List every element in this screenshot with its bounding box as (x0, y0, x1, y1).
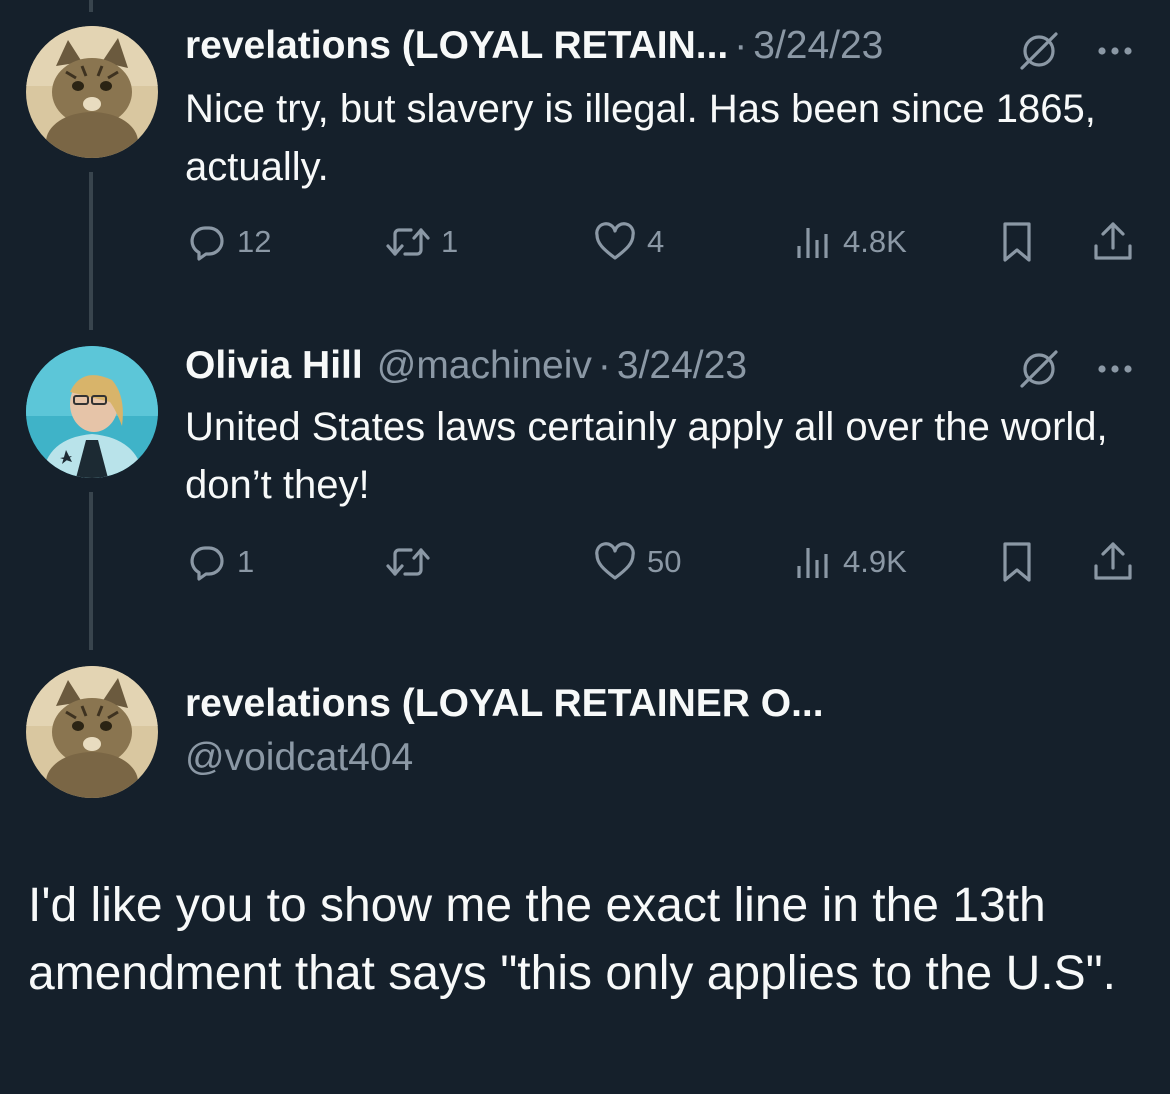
share-icon (1094, 222, 1132, 260)
bookmark-icon (1003, 542, 1031, 582)
views-icon (797, 548, 828, 578)
reply-button[interactable]: 1 (187, 538, 254, 586)
like-count: 50 (647, 544, 682, 579)
author-name[interactable]: Olivia Hill (185, 342, 363, 390)
tweet-date[interactable]: 3/24/23 (617, 342, 747, 390)
like-icon (595, 222, 635, 260)
retweet-button[interactable]: 1 (385, 218, 458, 266)
separator: · (597, 344, 611, 387)
views-count: 4.9K (843, 544, 907, 579)
thread-line (89, 492, 93, 650)
grok-icon[interactable] (1016, 28, 1062, 74)
separator: · (734, 24, 748, 67)
tweet-text: Nice try, but slavery is illegal. Has be… (185, 87, 1096, 189)
tweet-header: Olivia Hill @machineiv · 3/24/23 (185, 342, 747, 390)
avatar[interactable] (26, 346, 158, 478)
tweet-top-icons (1016, 346, 1138, 392)
thread-line (89, 172, 93, 330)
share-button[interactable] (1091, 538, 1135, 586)
thread-line (89, 0, 93, 12)
grok-icon[interactable] (1016, 346, 1062, 392)
like-count: 4 (647, 224, 665, 259)
avatar[interactable] (26, 26, 158, 158)
tweet-date[interactable]: 3/24/23 (753, 22, 883, 70)
tweet-actions: 12 1 4 4.8K (185, 218, 1140, 266)
retweet-icon (386, 548, 430, 576)
views-icon (797, 228, 828, 258)
author-handle[interactable]: @voidcat404 (185, 734, 413, 782)
reply-icon (190, 226, 224, 261)
tweet-header: revelations (LOYAL RETAIN... · 3/24/23 (185, 22, 883, 70)
bookmark-icon (1003, 222, 1031, 262)
bookmark-button[interactable] (997, 218, 1037, 266)
views-button[interactable]: 4.9K (793, 538, 907, 586)
views-button[interactable]: 4.8K (793, 218, 907, 266)
like-button[interactable]: 4 (593, 218, 664, 266)
avatar[interactable] (26, 666, 158, 798)
reply-icon (190, 546, 224, 581)
bookmark-button[interactable] (997, 538, 1037, 586)
retweet-count: 1 (441, 224, 459, 259)
author-name[interactable]: revelations (LOYAL RETAIN... (185, 22, 728, 70)
author-handle[interactable]: @machineiv (377, 342, 592, 390)
focused-tweet-text: I'd like you to show me the exact line i… (28, 879, 1116, 1000)
more-icon[interactable] (1092, 346, 1138, 392)
tweet-text: United States laws certainly apply all o… (185, 405, 1108, 507)
reply-count: 1 (237, 544, 255, 579)
like-icon (595, 542, 635, 580)
reply-button[interactable]: 12 (187, 218, 271, 266)
share-button[interactable] (1091, 218, 1135, 266)
focused-author-handle-row: @voidcat404 (185, 734, 413, 782)
retweet-button[interactable] (385, 538, 441, 586)
tweet-actions: 1 50 4.9K (185, 538, 1140, 586)
like-button[interactable]: 50 (593, 538, 681, 586)
author-name[interactable]: revelations (LOYAL RETAINER O... (185, 680, 824, 728)
reply-count: 12 (237, 224, 272, 259)
focused-author-name-row: revelations (LOYAL RETAINER O... (185, 680, 824, 728)
share-icon (1094, 542, 1132, 580)
retweet-icon (386, 228, 430, 256)
more-icon[interactable] (1092, 28, 1138, 74)
tweet-top-icons (1016, 28, 1138, 74)
views-count: 4.8K (843, 224, 907, 259)
